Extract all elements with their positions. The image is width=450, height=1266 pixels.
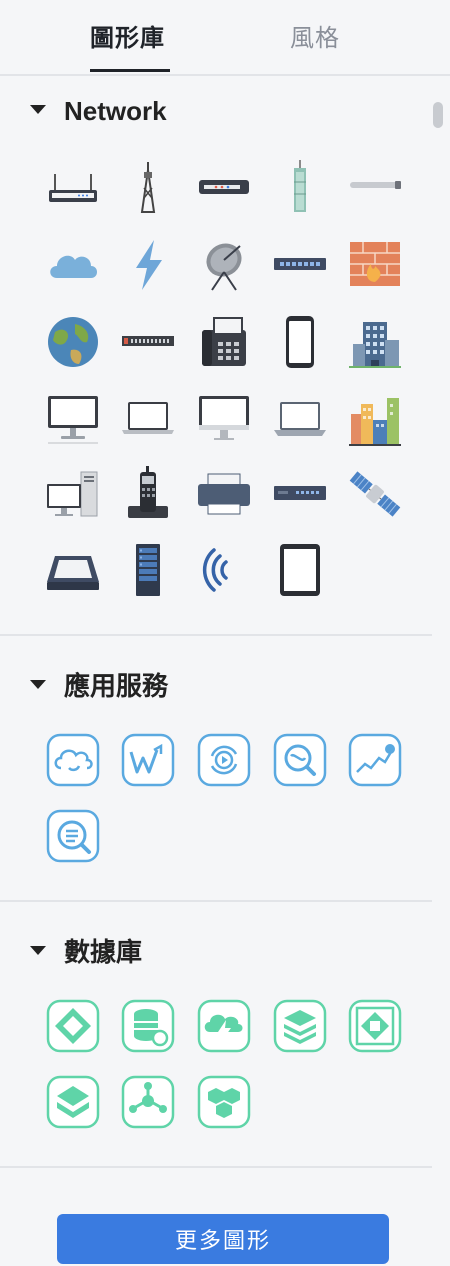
section-title-network: Network — [64, 96, 167, 126]
section-header-app-services[interactable]: 應用服務 — [30, 666, 168, 703]
cordless-phone-icon[interactable] — [120, 466, 176, 522]
media-refresh-icon[interactable] — [196, 732, 252, 788]
db-config-icon[interactable] — [120, 998, 176, 1054]
section-header-database[interactable]: 數據庫 — [30, 932, 142, 969]
section-header-network[interactable]: Network — [30, 96, 167, 127]
db-hexagon-icon[interactable] — [196, 1074, 252, 1130]
section-title-app-services: 應用服務 — [64, 671, 169, 701]
db-cluster-icon[interactable] — [120, 1074, 176, 1130]
caret-down-icon — [30, 679, 46, 689]
search-analytics-icon[interactable] — [272, 732, 328, 788]
imac-icon[interactable] — [196, 392, 252, 448]
cloud-icon[interactable] — [45, 236, 101, 292]
section-title-database: 數據庫 — [64, 937, 143, 967]
more-shapes-button[interactable]: 更多圖形 — [57, 1214, 389, 1264]
wifi-router-icon[interactable] — [45, 158, 101, 214]
lightning-icon[interactable] — [120, 236, 176, 292]
db-frame-icon[interactable] — [347, 998, 403, 1054]
word-service-icon[interactable] — [120, 732, 176, 788]
globe-icon[interactable] — [45, 314, 101, 370]
db-layer-icon[interactable] — [45, 1074, 101, 1130]
tablet-icon[interactable] — [272, 542, 328, 598]
router-rack-icon[interactable] — [272, 466, 328, 522]
tab-style[interactable]: 風格 — [290, 18, 340, 53]
skyscraper-tower-icon[interactable] — [272, 158, 328, 214]
printer-icon[interactable] — [196, 466, 252, 522]
caret-down-icon — [30, 104, 46, 114]
modem-icon[interactable] — [196, 158, 252, 214]
laptop-icon[interactable] — [120, 392, 176, 448]
db-diamond-icon[interactable] — [45, 998, 101, 1054]
cable-icon[interactable] — [347, 158, 403, 214]
city-buildings-icon[interactable] — [347, 392, 403, 448]
patch-panel-icon[interactable] — [120, 314, 176, 370]
scanner-icon[interactable] — [45, 542, 101, 598]
desktop-monitor-icon[interactable] — [45, 392, 101, 448]
radio-tower-icon[interactable] — [120, 158, 176, 214]
smartphone-icon[interactable] — [272, 314, 328, 370]
section-divider — [0, 634, 432, 636]
desktop-pc-icon[interactable] — [45, 466, 101, 522]
trend-chart-icon[interactable] — [347, 732, 403, 788]
query-search-icon[interactable] — [45, 808, 101, 864]
firewall-icon[interactable] — [347, 236, 403, 292]
section-divider — [0, 900, 432, 902]
tab-bar: 圖形庫 風格 — [0, 0, 450, 76]
server-rack-icon[interactable] — [120, 542, 176, 598]
satellite-dish-icon[interactable] — [196, 236, 252, 292]
fax-machine-icon[interactable] — [196, 314, 252, 370]
active-tab-indicator — [90, 69, 170, 72]
laptop-open-icon[interactable] — [272, 392, 328, 448]
office-building-icon[interactable] — [347, 314, 403, 370]
satellite-icon[interactable] — [347, 466, 403, 522]
tab-shape-library[interactable]: 圖形庫 — [90, 18, 165, 53]
wireless-signal-icon[interactable] — [196, 542, 252, 598]
db-stack-icon[interactable] — [272, 998, 328, 1054]
scrollbar-thumb[interactable] — [433, 102, 443, 128]
cloud-function-icon[interactable] — [196, 998, 252, 1054]
section-divider — [0, 1166, 432, 1168]
network-switch-icon[interactable] — [272, 236, 328, 292]
cloud-sync-icon[interactable] — [45, 732, 101, 788]
caret-down-icon — [30, 945, 46, 955]
